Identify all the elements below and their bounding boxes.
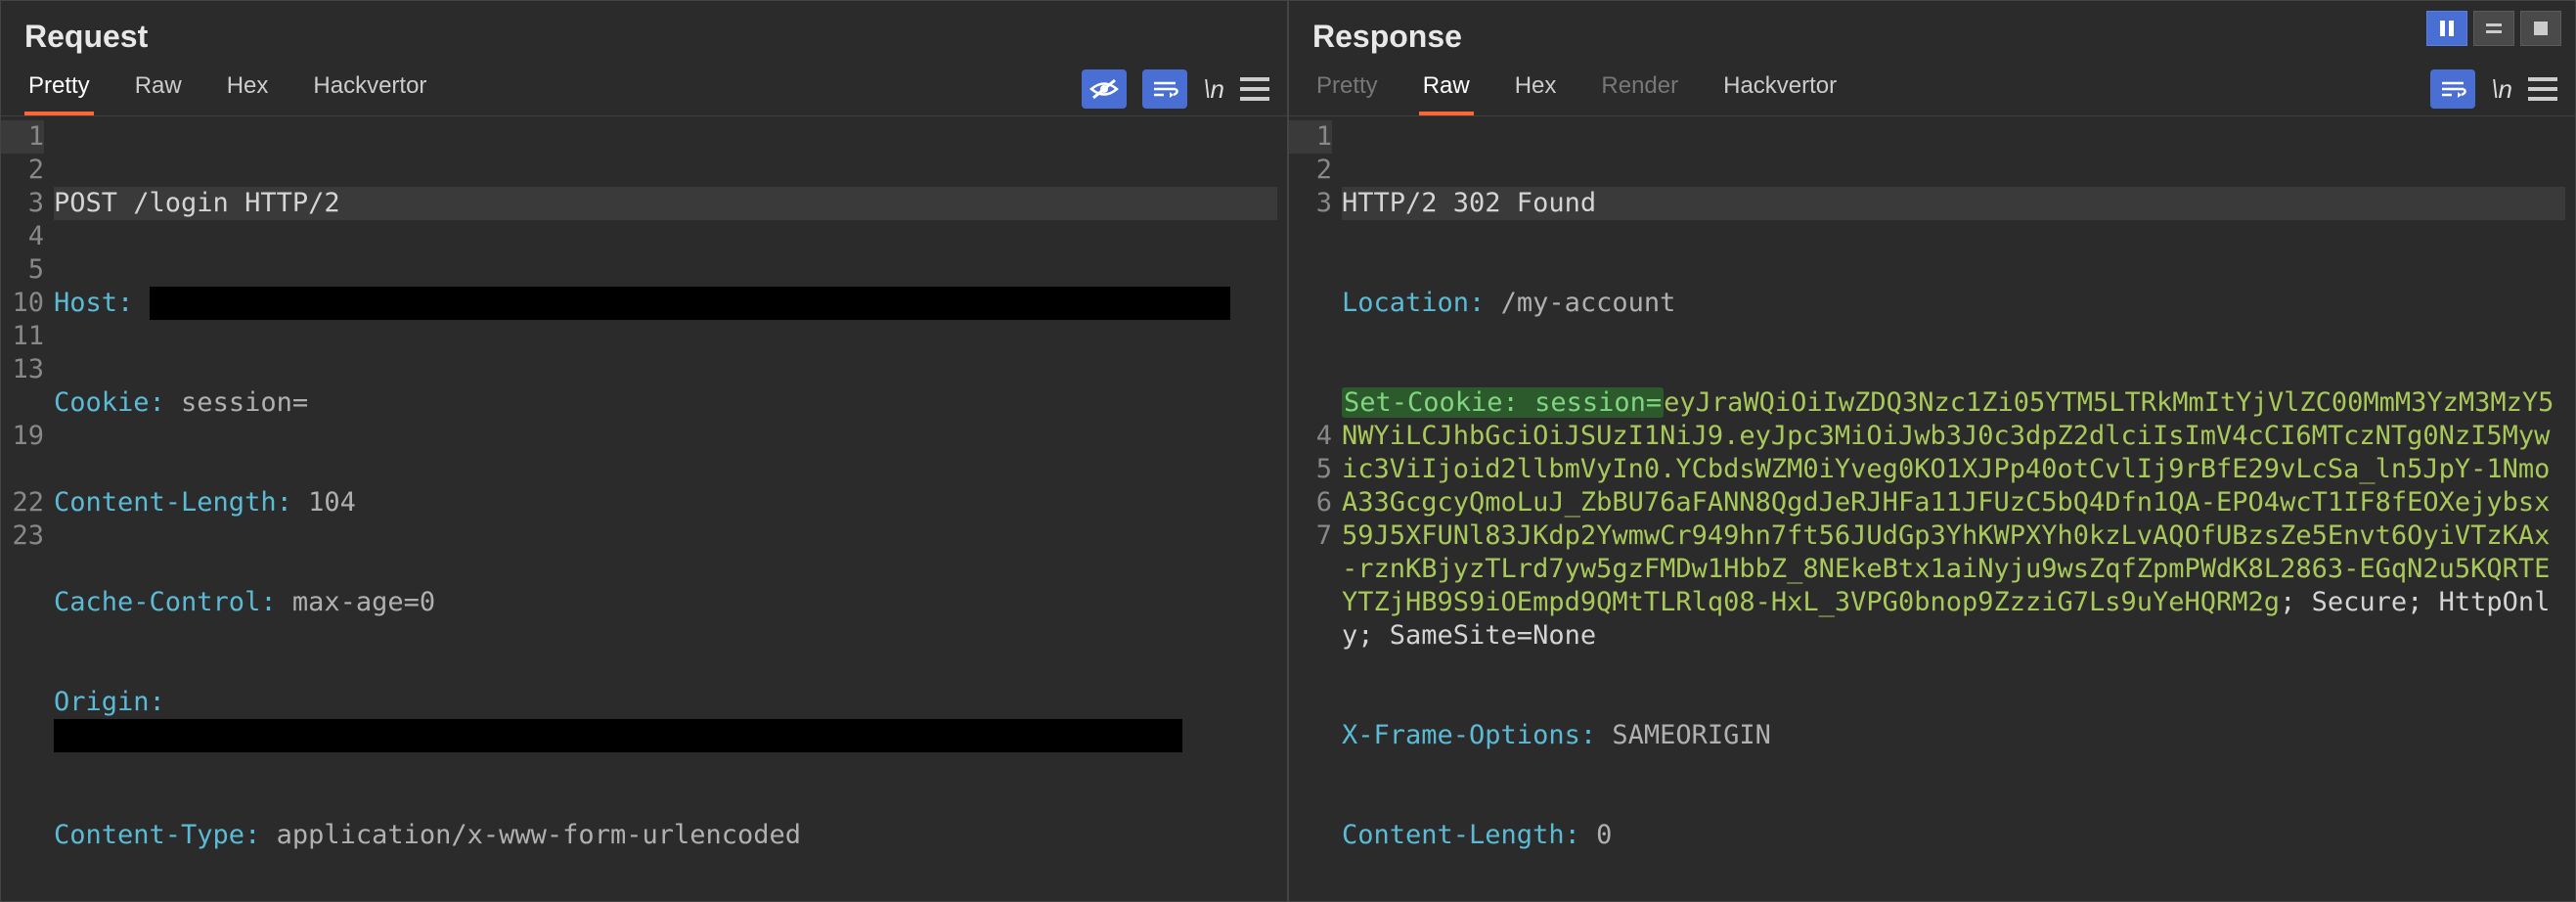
- resp-line-setcookie: Set-Cookie: session=eyJraWQiOiIwZDQ3Nzc1…: [1342, 386, 2565, 653]
- req-line-clen: Content-Length: 104: [54, 486, 1277, 519]
- tab-hackvertor-resp[interactable]: Hackvertor: [1719, 63, 1841, 115]
- response-code[interactable]: HTTP/2 302 Found Location: /my-account S…: [1342, 120, 2575, 901]
- response-tabs: Pretty Raw Hex Render Hackvertor \n: [1289, 63, 2575, 116]
- response-gutter: 1 2 3 4 5 6 7: [1289, 120, 1342, 901]
- request-title: Request: [24, 19, 148, 55]
- req-line-cache: Cache-Control: max-age=0: [54, 586, 1277, 619]
- resp-line-location: Location: /my-account: [1342, 287, 2565, 320]
- menu-icon-resp[interactable]: [2528, 77, 2557, 101]
- req-line-ctype: Content-Type: application/x-www-form-url…: [54, 819, 1277, 852]
- redacted-origin: [54, 719, 1182, 752]
- wrap-icon[interactable]: [1142, 69, 1187, 109]
- response-header: Response: [1289, 1, 2575, 63]
- request-panel: Request Pretty Raw Hex Hackvertor \n 1 2: [0, 0, 1288, 902]
- req-line-origin: Origin:: [54, 686, 1277, 752]
- jwt-token: eyJraWQiOiIwZDQ3Nzc1Zi05YTM5LTRkMmItYjVl…: [1342, 387, 2554, 617]
- hide-icon[interactable]: [1082, 69, 1127, 109]
- newline-toggle-resp[interactable]: \n: [2491, 74, 2512, 105]
- tab-raw-resp[interactable]: Raw: [1419, 63, 1474, 115]
- tab-hex[interactable]: Hex: [223, 63, 273, 115]
- newline-toggle[interactable]: \n: [1203, 74, 1224, 105]
- req-line-1: POST /login HTTP/2: [54, 187, 1277, 220]
- tab-hackvertor[interactable]: Hackvertor: [309, 63, 430, 115]
- redacted-host: [150, 287, 1230, 320]
- request-code[interactable]: POST /login HTTP/2 Host: Cookie: session…: [54, 120, 1287, 901]
- tab-hex-resp[interactable]: Hex: [1511, 63, 1561, 115]
- menu-icon[interactable]: [1240, 77, 1269, 101]
- wrap-icon-resp[interactable]: [2430, 69, 2475, 109]
- tab-pretty-resp[interactable]: Pretty: [1312, 63, 1382, 115]
- resp-line-1: HTTP/2 302 Found: [1342, 187, 2565, 220]
- response-title: Response: [1312, 19, 1462, 55]
- request-header: Request: [1, 1, 1287, 63]
- req-line-host: Host:: [54, 287, 1277, 320]
- request-gutter: 1 2 3 4 5 10 11 13 19 22 23: [1, 120, 54, 901]
- resp-line-clen: Content-Length: 0: [1342, 819, 2565, 852]
- tab-render-resp[interactable]: Render: [1597, 63, 1682, 115]
- set-cookie-highlight: Set-Cookie: session=: [1342, 387, 1664, 418]
- tab-raw[interactable]: Raw: [131, 63, 186, 115]
- response-editor[interactable]: 1 2 3 4 5 6 7 HTTP/2 302 Found Location:…: [1289, 116, 2575, 901]
- tab-pretty[interactable]: Pretty: [24, 63, 94, 115]
- resp-line-xframe: X-Frame-Options: SAMEORIGIN: [1342, 719, 2565, 752]
- request-tabs: Pretty Raw Hex Hackvertor \n: [1, 63, 1287, 116]
- response-panel: Response Pretty Raw Hex Render Hackverto…: [1288, 0, 2576, 902]
- req-line-cookie: Cookie: session=: [54, 386, 1277, 420]
- request-editor[interactable]: 1 2 3 4 5 10 11 13 19 22 23 POST /login …: [1, 116, 1287, 901]
